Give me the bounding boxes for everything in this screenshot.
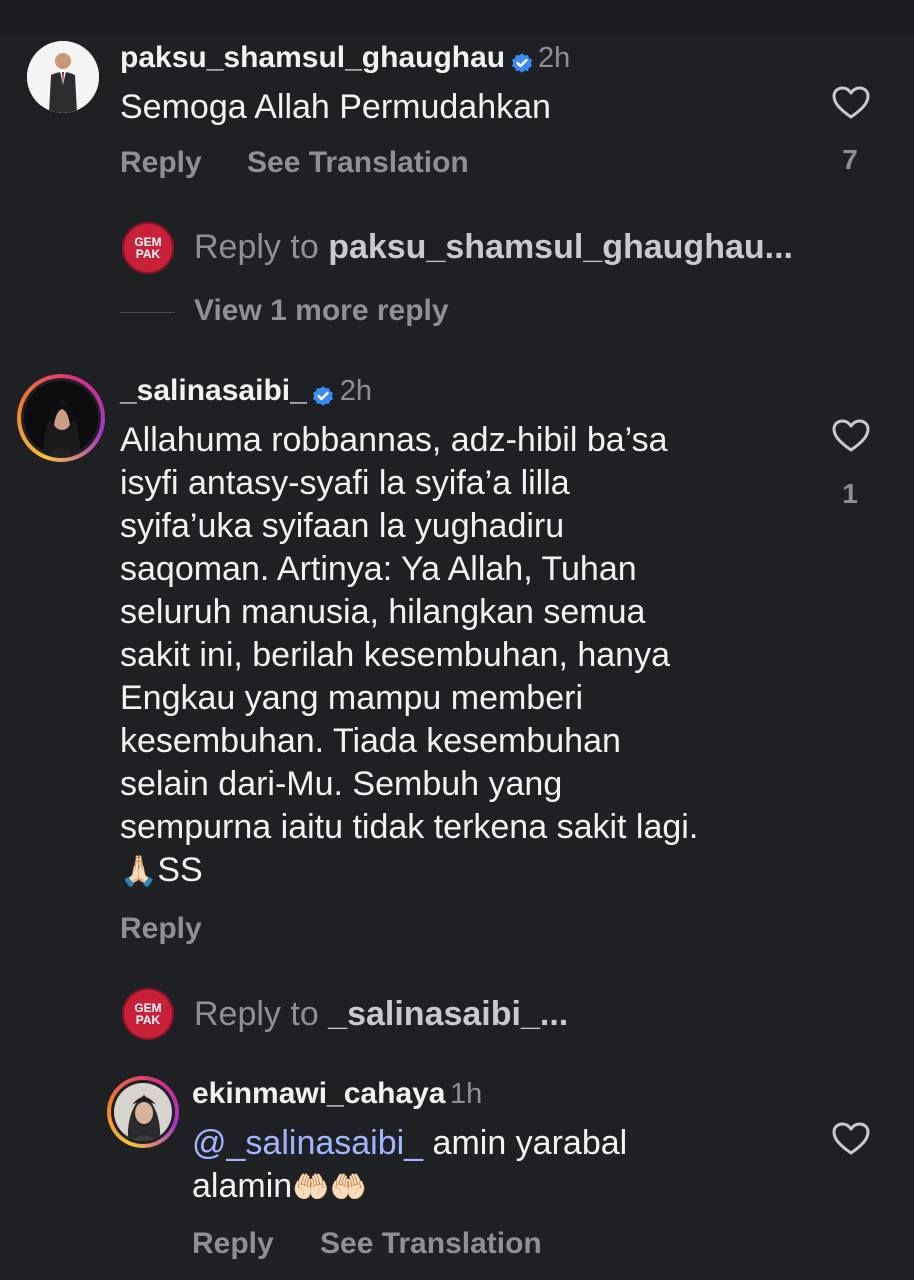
comment-time: 2h bbox=[538, 42, 571, 74]
comment-text: Allahuma robbannas, adz-hibil ba’sa isyf… bbox=[120, 419, 820, 893]
comment-line: saqoman. Artinya: Ya Allah, Tuhan bbox=[120, 550, 637, 588]
reply-button[interactable]: Reply bbox=[120, 912, 202, 946]
avatar[interactable] bbox=[27, 41, 99, 113]
heart-icon[interactable] bbox=[832, 1122, 870, 1156]
reply-line: @_salinasaibi_ amin yarabal bbox=[192, 1122, 812, 1165]
logo-text: PAK bbox=[135, 1013, 161, 1027]
comment-header: paksu_shamsul_ghaughau 2h bbox=[120, 41, 570, 75]
gempak-avatar: GEM PAK bbox=[122, 988, 174, 1040]
comment-line: Allahuma robbannas, adz-hibil ba’sa bbox=[120, 421, 668, 459]
view-more-replies-button[interactable]: View 1 more reply bbox=[194, 294, 449, 328]
reply-header: ekinmawi_cahaya 1h bbox=[192, 1077, 482, 1111]
comment-header: _salinasaibi_ 2h bbox=[120, 374, 372, 408]
reply-line-text: amin yarabal bbox=[423, 1124, 628, 1162]
palms-up-emoji: 🤲🏻🤲🏻 bbox=[292, 1171, 367, 1204]
verified-icon bbox=[511, 52, 532, 73]
comment-line: syifa’uka syifaan la yughadiru bbox=[120, 507, 565, 545]
avatar[interactable] bbox=[107, 1076, 179, 1148]
like-count: 7 bbox=[842, 144, 858, 175]
comment-time: 2h bbox=[339, 375, 372, 407]
username[interactable]: paksu_shamsul_ghaughau bbox=[120, 41, 505, 74]
top-bar bbox=[0, 0, 914, 39]
comment-text: Semoga Allah Permudahkan bbox=[120, 88, 551, 126]
verified-icon bbox=[313, 385, 334, 406]
gempak-avatar: GEM PAK bbox=[122, 222, 174, 274]
see-translation-button[interactable]: See Translation bbox=[320, 1227, 542, 1261]
reply-button[interactable]: Reply bbox=[120, 146, 202, 180]
comment-line: isyfi antasy-syafi la syifa’a lilla bbox=[120, 464, 570, 502]
like-count: 1 bbox=[842, 478, 858, 509]
signature-text: SS bbox=[157, 851, 203, 889]
mention-link[interactable]: @_salinasaibi_ bbox=[192, 1124, 423, 1162]
reply-to-target: _salinasaibi_... bbox=[328, 995, 569, 1033]
heart-icon[interactable] bbox=[832, 419, 870, 453]
reply-to-prefix: Reply to bbox=[194, 995, 329, 1033]
reply-button[interactable]: Reply bbox=[192, 1227, 274, 1261]
reply-to-prefix: Reply to bbox=[194, 228, 329, 266]
reply-to-target: paksu_shamsul_ghaughau... bbox=[328, 228, 793, 266]
comment-line: 🙏🏻SS bbox=[120, 849, 820, 893]
praying-hands-emoji: 🙏🏻 bbox=[120, 855, 158, 888]
avatar[interactable] bbox=[17, 374, 105, 462]
thread-divider bbox=[120, 312, 175, 313]
comment-line: Engkau yang mampu memberi bbox=[120, 679, 584, 717]
logo-text: PAK bbox=[135, 247, 161, 261]
comment-line: sakit ini, berilah kesembuhan, hanya bbox=[120, 636, 670, 674]
comment-line: sempurna iaitu tidak terkena sakit lagi. bbox=[120, 808, 699, 846]
reply-line-text: alamin bbox=[192, 1167, 293, 1205]
comment-line: seluruh manusia, hilangkan semua bbox=[120, 593, 646, 631]
username[interactable]: ekinmawi_cahaya bbox=[192, 1077, 446, 1110]
reply-to-input[interactable]: Reply to _salinasaibi_... bbox=[194, 995, 874, 1034]
comment-line: selain dari-Mu. Sembuh yang bbox=[120, 765, 563, 803]
reply-to-input[interactable]: Reply to paksu_shamsul_ghaughau... bbox=[194, 228, 874, 267]
see-translation-button[interactable]: See Translation bbox=[247, 146, 469, 180]
reply-time: 1h bbox=[449, 1078, 483, 1110]
username[interactable]: _salinasaibi_ bbox=[120, 374, 307, 407]
comment-line: kesembuhan. Tiada kesembuhan bbox=[120, 722, 621, 760]
reply-text: @_salinasaibi_ amin yarabal alamin🤲🏻🤲🏻 bbox=[192, 1122, 812, 1209]
reply-line: alamin🤲🏻🤲🏻 bbox=[192, 1165, 812, 1209]
heart-icon[interactable] bbox=[832, 86, 870, 120]
